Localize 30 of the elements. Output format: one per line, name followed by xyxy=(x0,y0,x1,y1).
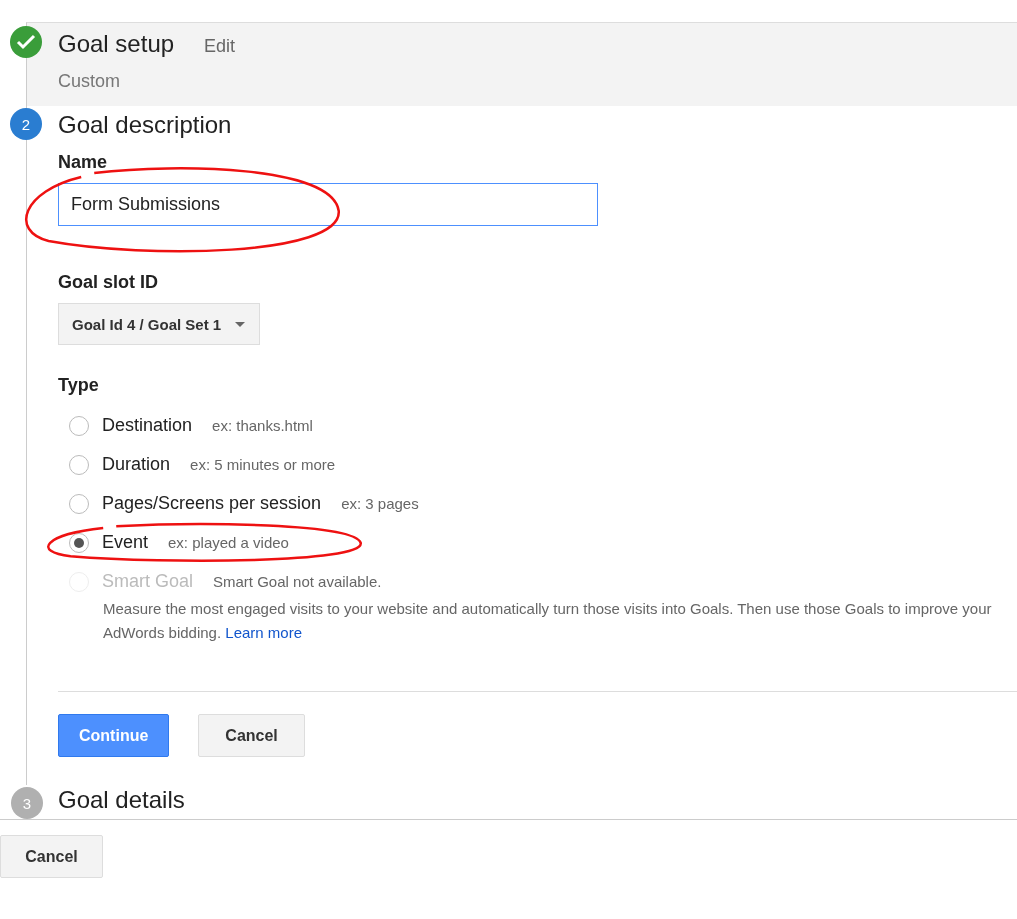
option-description: Measure the most engaged visits to your website and automatically turn those visits into Goals. Then use those Goals to improve your AdWords bidding. Learn more xyxy=(102,599,993,643)
cancel-button[interactable]: Cancel xyxy=(0,835,103,878)
radio-button[interactable] xyxy=(69,493,89,514)
step-number: 3 xyxy=(11,787,43,819)
step-summary: Custom xyxy=(58,71,121,92)
step-title: Goal setup xyxy=(58,29,175,59)
caret-icon xyxy=(235,321,246,327)
field-label: Name xyxy=(58,152,109,173)
radio-button[interactable] xyxy=(69,415,89,436)
step-title: Goal description xyxy=(58,110,233,140)
radio-button[interactable] xyxy=(69,532,89,553)
option-hint: Smart Goal not available. xyxy=(213,573,382,590)
field-label: Goal slot ID xyxy=(58,272,159,293)
option-label: Event xyxy=(102,532,149,553)
option-hint: ex: 3 pages xyxy=(341,495,419,512)
field-label: Type xyxy=(58,375,100,396)
edit-link[interactable]: Edit xyxy=(204,36,236,57)
option-label: Pages/Screens per session xyxy=(102,493,322,514)
goal-slot-dropdown[interactable]: Goal Id 4 / Goal Set 1 xyxy=(58,303,261,345)
cancel-button[interactable]: Cancel xyxy=(198,714,305,757)
option-hint: ex: played a video xyxy=(168,534,289,551)
step-number: 2 xyxy=(10,108,42,140)
option-label: Smart Goal xyxy=(102,571,194,592)
option-hint: ex: thanks.html xyxy=(212,417,313,434)
step-title: Goal details xyxy=(58,785,186,815)
name-input-field[interactable]: Form Submissions xyxy=(58,183,598,226)
option-label: Duration xyxy=(102,454,171,475)
option-label: Destination xyxy=(102,415,193,436)
option-hint: ex: 5 minutes or more xyxy=(190,456,336,473)
radio-button[interactable] xyxy=(69,454,89,475)
